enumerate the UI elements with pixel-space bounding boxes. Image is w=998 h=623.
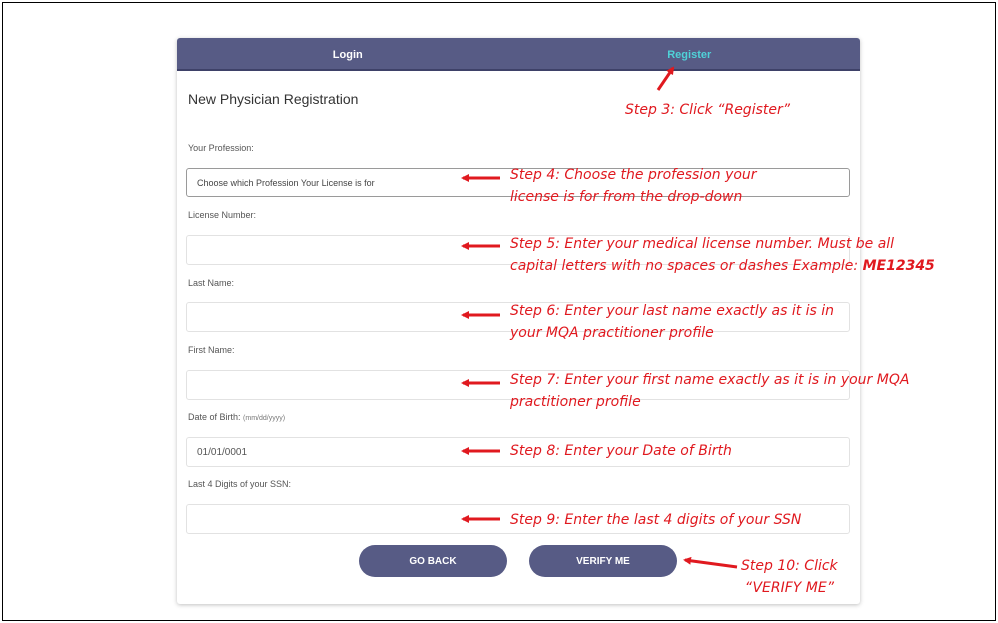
arrow-step-10 (683, 556, 738, 569)
arrow-step-3 (656, 66, 675, 91)
annotation-arrows (461, 66, 738, 569)
